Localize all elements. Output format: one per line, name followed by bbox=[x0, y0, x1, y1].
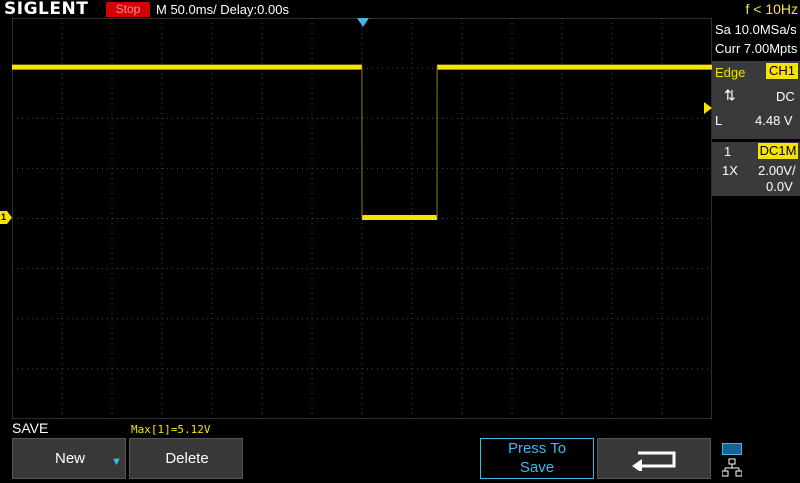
trigger-slope-icon: ⇅ bbox=[724, 87, 736, 104]
new-button-label: New bbox=[13, 450, 127, 467]
trigger-level-label: L bbox=[715, 113, 722, 128]
channel-coupling: DC1M bbox=[758, 143, 798, 159]
back-button[interactable] bbox=[597, 438, 711, 479]
status-bar: SIGLENT Stop M 50.0ms/ Delay:0.00s f < 1… bbox=[0, 0, 800, 19]
delete-button-label: Delete bbox=[130, 450, 244, 467]
frequency-counter: f < 10Hz bbox=[720, 0, 798, 19]
return-arrow-icon bbox=[630, 447, 680, 471]
memory-depth: Curr 7.00Mpts bbox=[715, 41, 797, 56]
run-stop-status[interactable]: Stop bbox=[106, 2, 150, 17]
delete-button[interactable]: Delete bbox=[129, 438, 243, 479]
ch1-ground-marker-label: 1 bbox=[1, 211, 6, 224]
save-button-line2: Save bbox=[481, 458, 593, 477]
trigger-type: Edge bbox=[715, 65, 745, 80]
channel-number: 1 bbox=[724, 144, 731, 159]
softkey-menu: SAVE Max[1]=5.12V New ▼ Delete Press To … bbox=[0, 420, 800, 480]
brand-logo: SIGLENT bbox=[4, 0, 88, 19]
trigger-coupling: DC bbox=[776, 89, 795, 104]
sample-rate: Sa 10.0MSa/s bbox=[715, 22, 797, 37]
waveform-display[interactable] bbox=[12, 18, 712, 419]
trigger-level: 4.48 V bbox=[755, 113, 793, 128]
press-to-save-button[interactable]: Press To Save bbox=[480, 438, 594, 479]
usb-storage-icon bbox=[722, 443, 742, 455]
network-icon bbox=[722, 458, 742, 478]
new-button[interactable]: New ▼ bbox=[12, 438, 126, 479]
info-panel: Sa 10.0MSa/s Curr 7.00Mpts Edge CH1 ⇅ DC… bbox=[712, 19, 800, 420]
trigger-source: CH1 bbox=[766, 63, 798, 79]
ch1-ground-marker[interactable]: 1 bbox=[0, 211, 12, 224]
chevron-down-icon: ▼ bbox=[111, 456, 122, 468]
menu-title: SAVE bbox=[12, 420, 48, 436]
save-button-line1: Press To bbox=[481, 439, 593, 458]
measurement-readout: Max[1]=5.12V bbox=[131, 423, 210, 436]
probe-ratio: 1X bbox=[722, 163, 738, 178]
channel-offset: 0.0V bbox=[766, 179, 793, 194]
volts-per-div: 2.00V/ bbox=[758, 163, 796, 178]
timebase-readout[interactable]: M 50.0ms/ Delay:0.00s bbox=[156, 0, 289, 19]
